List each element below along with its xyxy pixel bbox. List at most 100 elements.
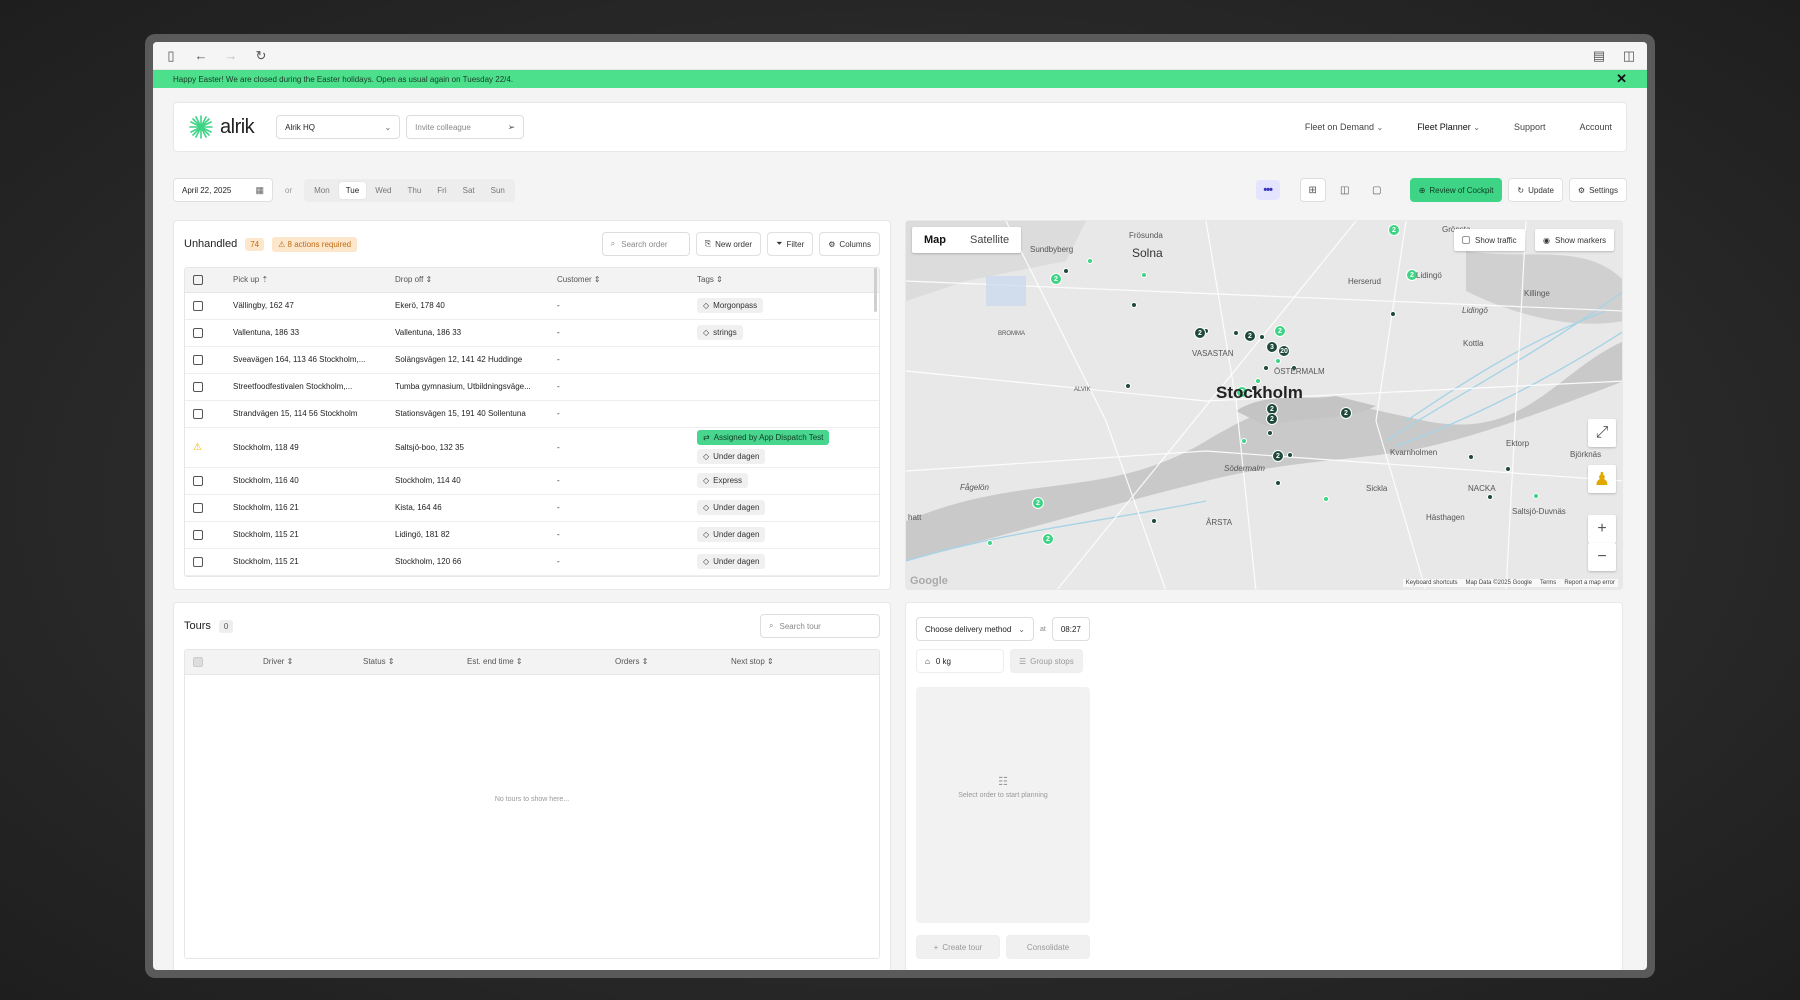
map-marker[interactable] bbox=[1131, 302, 1137, 308]
map-marker[interactable] bbox=[1533, 493, 1539, 499]
update-button[interactable]: ↻ Update bbox=[1508, 178, 1563, 202]
day-wed[interactable]: Wed bbox=[368, 182, 398, 199]
review-cockpit-button[interactable]: ⊕ Review of Cockpit bbox=[1409, 178, 1503, 202]
map-marker[interactable] bbox=[1267, 430, 1273, 436]
map-marker[interactable]: 2 bbox=[1388, 224, 1400, 236]
keyboard-shortcuts-link[interactable]: Keyboard shortcuts bbox=[1406, 580, 1458, 586]
select-all-checkbox[interactable] bbox=[193, 274, 203, 285]
map-marker[interactable]: 2 bbox=[1272, 450, 1284, 462]
header-dropoff[interactable]: Drop off ⇕ bbox=[387, 268, 549, 293]
show-traffic-toggle[interactable]: Show traffic bbox=[1454, 229, 1525, 251]
send-icon[interactable]: ➢ bbox=[508, 122, 516, 133]
row-checkbox[interactable] bbox=[193, 475, 203, 486]
header-tags[interactable]: Tags ⇕ bbox=[689, 268, 879, 293]
table-row[interactable]: Stockholm, 115 21 Stockholm, 120 66 - ◇ U… bbox=[185, 548, 879, 576]
table-row[interactable]: Strandvägen 15, 114 56 Stockholm Station… bbox=[185, 400, 879, 428]
traffic-checkbox[interactable] bbox=[1462, 236, 1470, 244]
header-driver[interactable]: Driver ⇕ bbox=[255, 650, 355, 675]
map-canvas[interactable] bbox=[906, 221, 1623, 590]
street-view-icon[interactable]: ♟ bbox=[1588, 465, 1616, 493]
location-select[interactable]: Alrik HQ ⌄ bbox=[276, 115, 401, 139]
map-marker[interactable] bbox=[1141, 272, 1147, 278]
header-customer[interactable]: Customer ⇕ bbox=[549, 268, 689, 293]
header-pickup[interactable]: Pick up ⇡ bbox=[225, 268, 387, 293]
forward-icon[interactable]: → bbox=[223, 48, 239, 64]
header-status[interactable]: Status ⇕ bbox=[355, 650, 459, 675]
day-fri[interactable]: Fri bbox=[430, 182, 453, 199]
day-sun[interactable]: Sun bbox=[484, 182, 512, 199]
day-tue[interactable]: Tue bbox=[338, 181, 367, 199]
row-checkbox[interactable] bbox=[193, 502, 203, 513]
map-marker[interactable]: 2 bbox=[1266, 413, 1278, 425]
table-row[interactable]: ⚠ Stockholm, 118 49 Saltsjö-boo, 132 35 … bbox=[185, 427, 879, 468]
row-checkbox[interactable] bbox=[193, 556, 203, 567]
map-marker[interactable] bbox=[1487, 494, 1493, 500]
consolidate-button[interactable]: Consolidate bbox=[1006, 935, 1090, 959]
map-marker[interactable] bbox=[1468, 454, 1474, 460]
day-sat[interactable]: Sat bbox=[456, 182, 482, 199]
table-row[interactable]: Vällingby, 162 47 Ekerö, 178 40 - ◇ Morgo… bbox=[185, 292, 879, 320]
split-layout-icon[interactable]: ◫ bbox=[1332, 178, 1358, 202]
nav-fleet-planner[interactable]: Fleet Planner ⌄ bbox=[1417, 122, 1480, 132]
invite-input[interactable]: Invite colleague ➢ bbox=[406, 115, 525, 139]
map-marker[interactable] bbox=[1263, 365, 1269, 371]
row-checkbox[interactable] bbox=[193, 354, 203, 365]
zoom-in-button[interactable]: + bbox=[1588, 515, 1616, 543]
map-marker[interactable] bbox=[1087, 258, 1093, 264]
map-marker[interactable]: 2 bbox=[1340, 407, 1352, 419]
table-row[interactable]: Streetfoodfestivalen Stockholm,... Tumba… bbox=[185, 373, 879, 401]
map-marker[interactable] bbox=[1241, 438, 1247, 444]
settings-button[interactable]: ⚙ Settings bbox=[1568, 178, 1627, 202]
row-checkbox[interactable] bbox=[193, 529, 203, 540]
back-icon[interactable]: ← bbox=[193, 48, 209, 64]
map-marker[interactable] bbox=[1287, 452, 1293, 458]
map-marker[interactable] bbox=[1063, 268, 1069, 274]
logo[interactable]: alrik bbox=[188, 114, 255, 140]
search-order-input[interactable]: ⌕ Search order bbox=[601, 232, 690, 256]
group-stops-button[interactable]: ☰ Group stops bbox=[1010, 649, 1083, 673]
search-tour-input[interactable]: ⌕ Search tour bbox=[760, 614, 880, 638]
table-row[interactable]: Stockholm, 115 21 Lidingö, 181 82 - ◇ Und… bbox=[185, 521, 879, 549]
select-all-checkbox[interactable] bbox=[193, 656, 203, 667]
sidebar-toggle-icon[interactable]: ▯ bbox=[163, 48, 179, 64]
header-next-stop[interactable]: Next stop ⇕ bbox=[723, 650, 879, 675]
map-marker[interactable] bbox=[1275, 480, 1281, 486]
reader-icon[interactable]: ▤ bbox=[1591, 48, 1607, 64]
map-marker[interactable]: 2 bbox=[1244, 330, 1256, 342]
map-marker[interactable] bbox=[1151, 518, 1157, 524]
map-marker[interactable] bbox=[987, 540, 993, 546]
more-options-icon[interactable]: ••• bbox=[1255, 180, 1280, 200]
table-row[interactable]: Vallentuna, 186 33 Vallentuna, 186 33 - … bbox=[185, 319, 879, 347]
map-marker[interactable]: 2 bbox=[1032, 497, 1044, 509]
header-est-end-time[interactable]: Est. end time ⇕ bbox=[459, 650, 607, 675]
filter-button[interactable]: ⏷ Filter bbox=[767, 232, 814, 256]
nav-support[interactable]: Support bbox=[1514, 122, 1546, 132]
map-marker[interactable]: 3 bbox=[1266, 341, 1278, 353]
table-row[interactable]: Stockholm, 116 40 Stockholm, 114 40 - ◇ E… bbox=[185, 467, 879, 495]
actions-required-badge[interactable]: ⚠ 8 actions required bbox=[272, 236, 358, 252]
day-mon[interactable]: Mon bbox=[307, 182, 337, 199]
map-marker[interactable] bbox=[1125, 383, 1131, 389]
map-marker[interactable]: 2 bbox=[1042, 533, 1054, 545]
map-marker[interactable] bbox=[1390, 311, 1396, 317]
time-input[interactable]: 08:27 bbox=[1051, 617, 1090, 641]
close-icon[interactable]: ✕ bbox=[1616, 71, 1627, 87]
new-order-button[interactable]: ⎘ New order bbox=[695, 232, 762, 256]
delivery-method-select[interactable]: Choose delivery method ⌄ bbox=[916, 617, 1034, 641]
table-row[interactable]: Sveavägen 164, 113 46 Stockholm,... Solä… bbox=[185, 346, 879, 374]
report-map-error-link[interactable]: Report a map error bbox=[1564, 580, 1615, 586]
map-marker[interactable] bbox=[1505, 466, 1511, 472]
table-row[interactable]: Stockholm, 116 21 Kista, 164 46 - ◇ Under… bbox=[185, 494, 879, 522]
nav-fleet-on-demand[interactable]: Fleet on Demand ⌄ bbox=[1305, 122, 1383, 132]
header-orders[interactable]: Orders ⇕ bbox=[607, 650, 723, 675]
single-layout-icon[interactable]: ▢ bbox=[1364, 178, 1390, 202]
warning-icon[interactable]: ⚠ bbox=[193, 442, 202, 453]
date-picker[interactable]: April 22, 2025 ▦ bbox=[173, 178, 273, 202]
map-marker[interactable]: 2 bbox=[1274, 325, 1286, 337]
terms-link[interactable]: Terms bbox=[1540, 580, 1556, 586]
map-marker[interactable]: 20 bbox=[1278, 345, 1290, 357]
day-thu[interactable]: Thu bbox=[401, 182, 429, 199]
map-marker[interactable] bbox=[1275, 358, 1281, 364]
row-checkbox[interactable] bbox=[193, 327, 203, 338]
columns-button[interactable]: ⚙ Columns bbox=[819, 232, 880, 256]
